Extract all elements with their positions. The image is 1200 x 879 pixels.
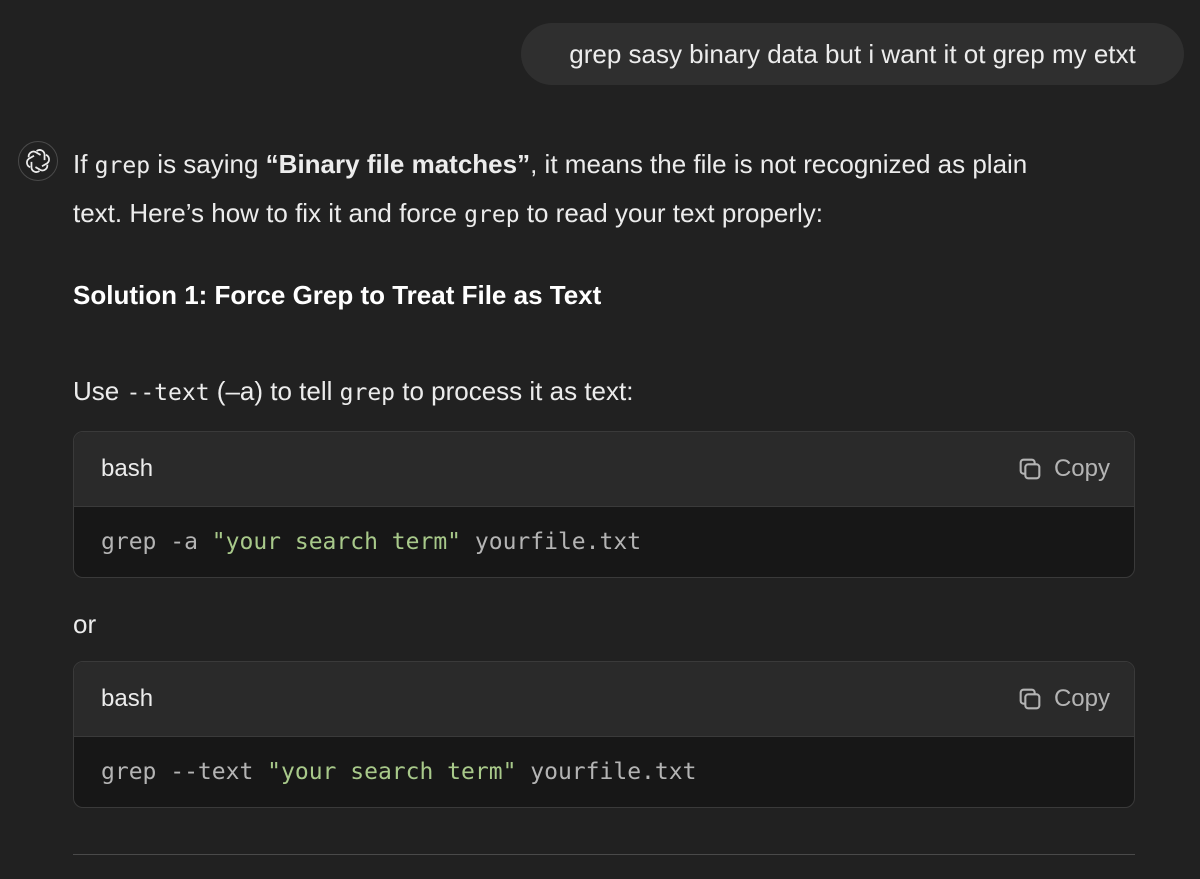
inline-code-text-flag: --text xyxy=(126,380,210,406)
intro-text: to read your text properly: xyxy=(519,198,824,228)
code-filename: yourfile.txt xyxy=(516,759,697,785)
instruction-text: Use xyxy=(73,376,127,406)
code-block-1: bash Copy grep -a "your search term" you… xyxy=(73,431,1135,578)
user-message-bubble: grep sasy binary data but i want it ot g… xyxy=(521,23,1184,85)
inline-code-grep: grep xyxy=(94,153,151,179)
intro-text: is saying xyxy=(150,149,266,179)
instruction-text: (–a) to tell xyxy=(209,376,340,406)
section-divider xyxy=(73,854,1135,855)
instruction-text: to process it as text: xyxy=(395,376,634,406)
intro-text: , it means the file is not recognized as… xyxy=(530,149,1028,179)
code-filename: yourfile.txt xyxy=(461,529,642,555)
assistant-avatar xyxy=(18,141,58,181)
openai-logo-icon xyxy=(26,149,50,173)
code-command: grep -a xyxy=(101,529,212,555)
copy-button[interactable]: Copy xyxy=(1016,685,1110,713)
assistant-intro-paragraph: If grep is saying “Binary file matches”,… xyxy=(73,141,1153,239)
binary-file-matches-text: “Binary file matches” xyxy=(265,149,531,179)
use-text-instruction: Use --text (–a) to tell grep to process … xyxy=(73,376,633,407)
copy-label: Copy xyxy=(1053,455,1110,482)
code-language-label: bash xyxy=(101,685,154,712)
inline-code-grep: grep xyxy=(339,380,396,406)
intro-text: If xyxy=(73,149,95,179)
code-block-header: bash Copy xyxy=(74,662,1134,737)
or-text: or xyxy=(73,609,97,639)
code-string: "your search term" xyxy=(211,529,462,555)
code-block-header: bash Copy xyxy=(74,432,1134,507)
copy-icon xyxy=(1019,688,1041,710)
copy-button[interactable]: Copy xyxy=(1016,455,1110,483)
user-message-text: grep sasy binary data but i want it ot g… xyxy=(569,38,1136,69)
intro-text: text. Here’s how to fix it and force xyxy=(73,198,465,228)
code-block-body: grep --text "your search term" yourfile.… xyxy=(74,737,1134,807)
intro-line-2: text. Here’s how to fix it and force gre… xyxy=(73,190,1153,239)
code-command: grep --text xyxy=(101,759,268,785)
chat-page: grep sasy binary data but i want it ot g… xyxy=(0,0,1200,879)
code-block-body: grep -a "your search term" yourfile.txt xyxy=(74,507,1134,577)
copy-icon xyxy=(1019,458,1041,480)
copy-label: Copy xyxy=(1053,685,1110,712)
intro-line-1: If grep is saying “Binary file matches”,… xyxy=(73,141,1153,190)
solution-heading: Solution 1: Force Grep to Treat File as … xyxy=(73,280,602,310)
code-language-label: bash xyxy=(101,455,154,482)
inline-code-grep: grep xyxy=(464,202,520,228)
code-block-2: bash Copy grep --text "your search term"… xyxy=(73,661,1135,808)
code-string: "your search term" xyxy=(267,759,517,785)
